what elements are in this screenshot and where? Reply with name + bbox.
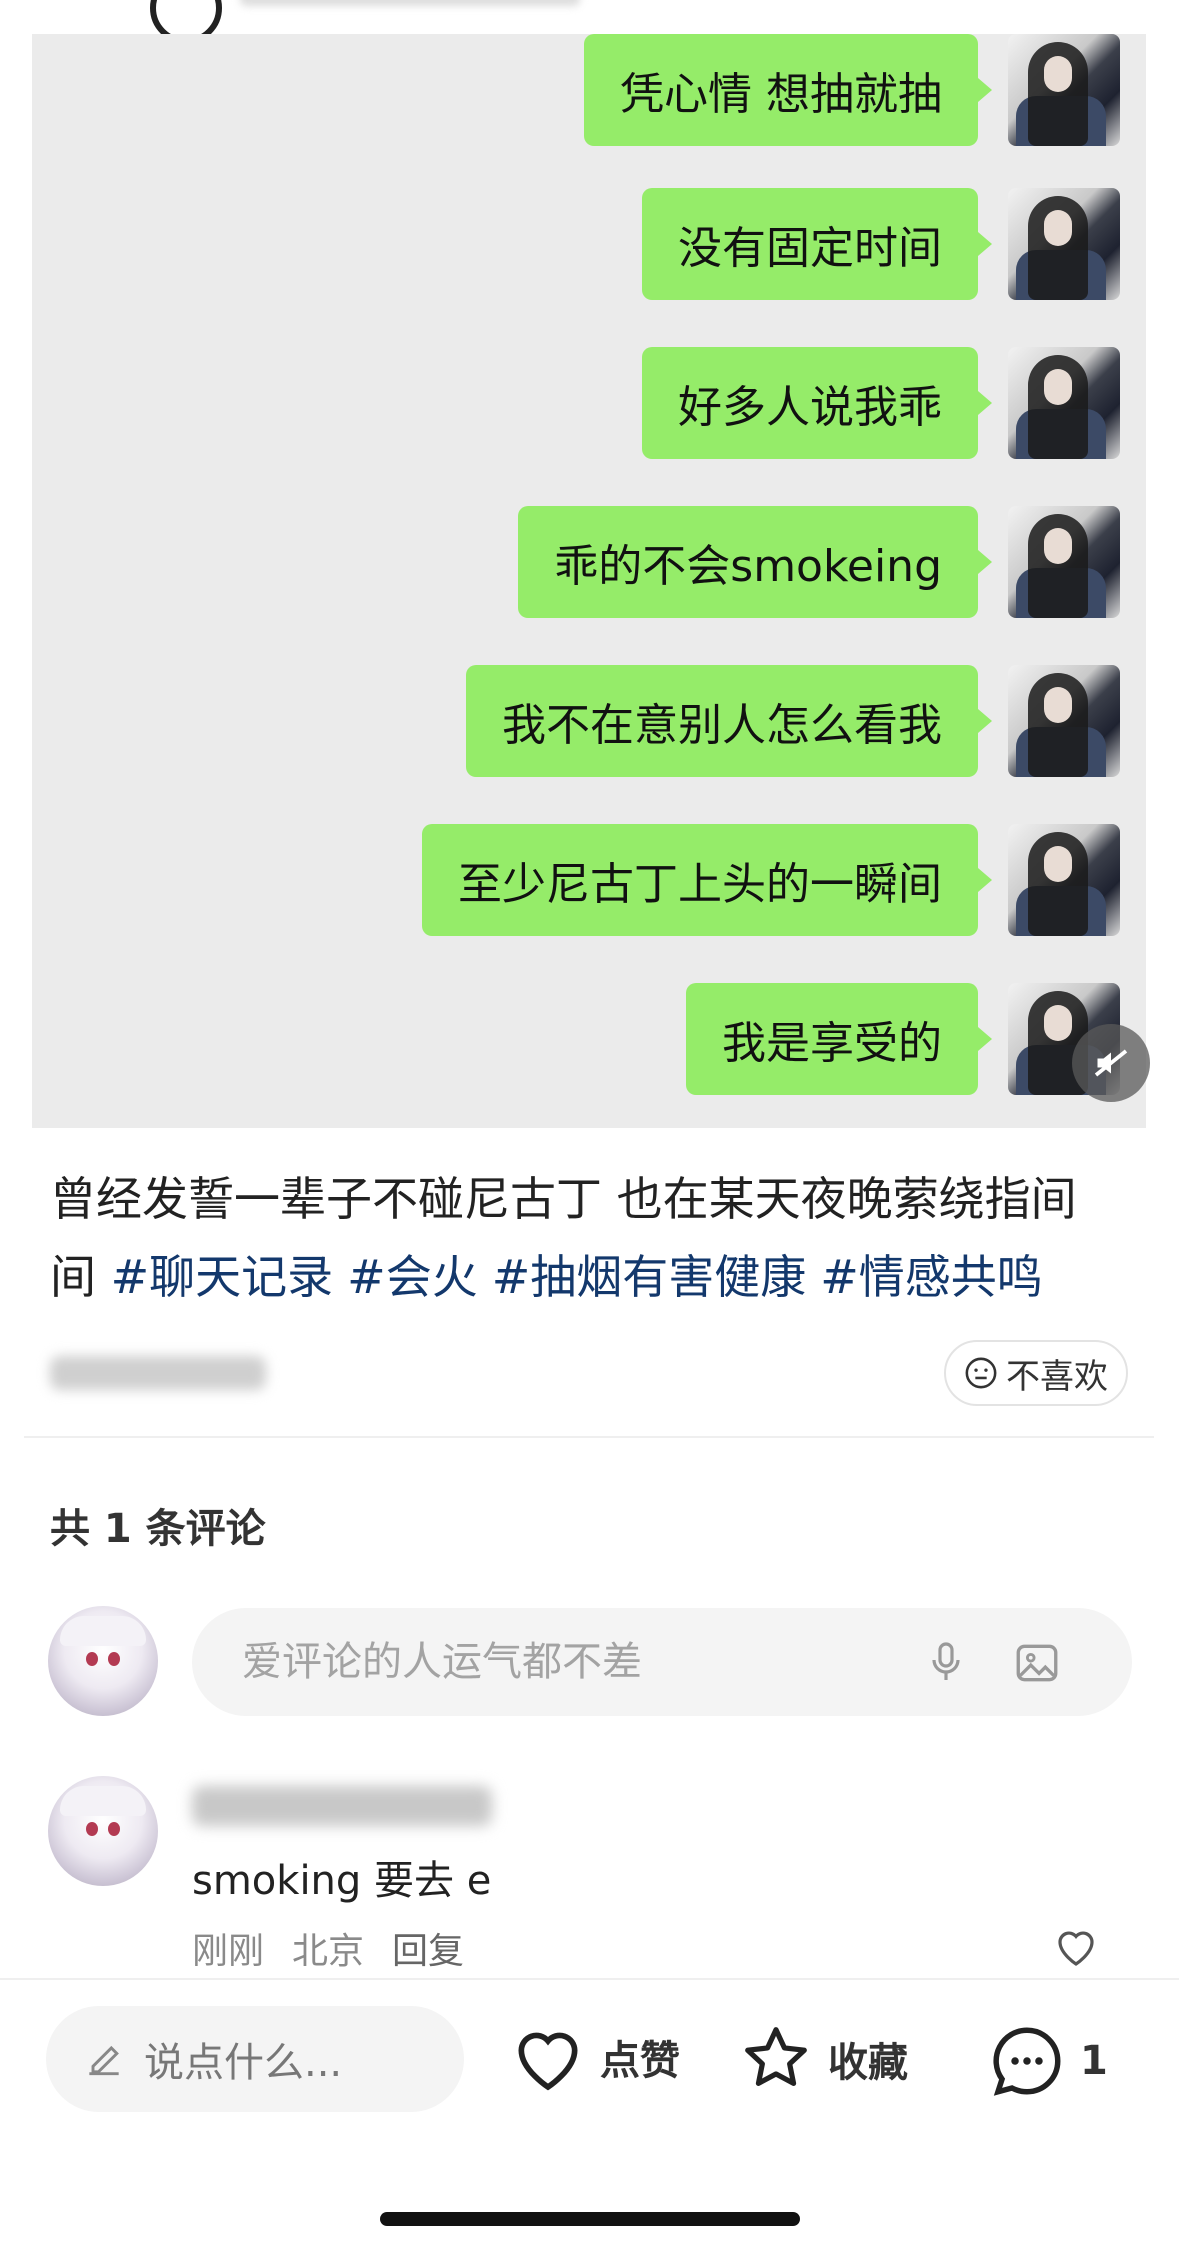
- chat-avatar: [1008, 34, 1120, 146]
- home-indicator[interactable]: [380, 2212, 800, 2226]
- heart-icon: [518, 2032, 578, 2091]
- chat-message-row: 好多人说我乖: [642, 347, 1120, 459]
- like-label: 点赞: [600, 2038, 680, 2084]
- chat-bubble: 凭心情 想抽就抽: [584, 34, 992, 146]
- comment-count-badge: 1: [1080, 2038, 1108, 2084]
- comment-time: 刚刚: [192, 1931, 265, 1972]
- chat-message-row: 至少尼古丁上头的一瞬间: [422, 824, 1120, 936]
- author-name-blurred: [240, 0, 580, 6]
- chat-bubble: 乖的不会smokeing: [518, 506, 992, 618]
- caption-text-tail: 间: [50, 1250, 111, 1304]
- mute-icon[interactable]: [1072, 1024, 1150, 1102]
- top-strip: [0, 0, 1179, 44]
- reply-button[interactable]: 回复: [392, 1931, 464, 1972]
- image-icon[interactable]: [1012, 1638, 1062, 1688]
- comment-meta: 刚刚 北京 回复: [192, 1922, 492, 1974]
- comment-location: 北京: [292, 1931, 365, 1972]
- pencil-icon: [89, 2045, 119, 2076]
- post-caption: 曾经发誓一辈子不碰尼古丁 也在某天夜晚萦绕指间 间 #聊天记录 #会火 #抽烟有害健…: [50, 1160, 1140, 1316]
- collect-label: 收藏: [828, 2040, 908, 2086]
- comment-button[interactable]: 1: [986, 2020, 1108, 2102]
- chat-message-row: 没有固定时间: [642, 188, 1120, 300]
- comment-input-box[interactable]: [192, 1608, 1132, 1716]
- chat-bubble: 没有固定时间: [642, 188, 992, 300]
- chat-bubble: 我是享受的: [686, 983, 992, 1095]
- chat-message-row: 乖的不会smokeing: [518, 506, 1120, 618]
- chat-bubble: 好多人说我乖: [642, 347, 992, 459]
- comment-count-heading: 共 1 条评论: [50, 1506, 266, 1552]
- chat-avatar: [1008, 188, 1120, 300]
- microphone-icon[interactable]: [922, 1638, 970, 1686]
- chat-avatar: [1008, 824, 1120, 936]
- say-something-input[interactable]: 说点什么...: [46, 2006, 464, 2112]
- post-meta-blurred: [50, 1356, 266, 1390]
- star-icon: [745, 2027, 807, 2086]
- comment-like-heart-icon[interactable]: [1052, 1924, 1100, 1968]
- chat-avatar: [1008, 665, 1120, 777]
- commenter-name-blurred[interactable]: [192, 1786, 492, 1826]
- chat-message-row: 我不在意别人怎么看我: [466, 665, 1120, 777]
- hashtag-link[interactable]: #情感共鸣: [820, 1250, 1043, 1304]
- chat-message-row: 凭心情 想抽就抽: [584, 34, 1120, 146]
- comment-input[interactable]: [240, 1638, 924, 1686]
- chat-bubble: 至少尼古丁上头的一瞬间: [422, 824, 992, 936]
- divider: [24, 1436, 1154, 1438]
- meh-face-icon: [965, 1357, 997, 1389]
- comment-text: smoking 要去 e: [192, 1858, 492, 1904]
- say-something-placeholder: 说点什么...: [144, 2040, 343, 2086]
- commenter-avatar[interactable]: [48, 1776, 158, 1886]
- bottom-action-bar: 说点什么... 点赞 收藏 1: [0, 1978, 1179, 2248]
- current-user-avatar[interactable]: [48, 1606, 158, 1716]
- post-image-chat-screenshot[interactable]: 凭心情 想抽就抽 没有固定时间 好多人说我乖 乖的不会smokeing 我不在意…: [32, 34, 1146, 1128]
- hashtag-link[interactable]: #会火: [347, 1250, 478, 1304]
- dislike-button[interactable]: 不喜欢: [944, 1340, 1128, 1406]
- collect-button[interactable]: 收藏: [736, 2020, 908, 2098]
- chat-bubble-icon: [993, 2027, 1061, 2096]
- chat-avatar: [1008, 347, 1120, 459]
- hashtag-link[interactable]: #聊天记录: [111, 1250, 334, 1304]
- chat-bubble: 我不在意别人怎么看我: [466, 665, 992, 777]
- chat-avatar: [1008, 506, 1120, 618]
- caption-text: 曾经发誓一辈子不碰尼古丁 也在某天夜晚萦绕指间: [50, 1172, 1077, 1226]
- chat-message-row: 我是享受的: [686, 983, 1120, 1095]
- like-button[interactable]: 点赞: [508, 2020, 680, 2094]
- dislike-label: 不喜欢: [1006, 1356, 1108, 1397]
- hashtag-link[interactable]: #抽烟有害健康: [492, 1250, 807, 1304]
